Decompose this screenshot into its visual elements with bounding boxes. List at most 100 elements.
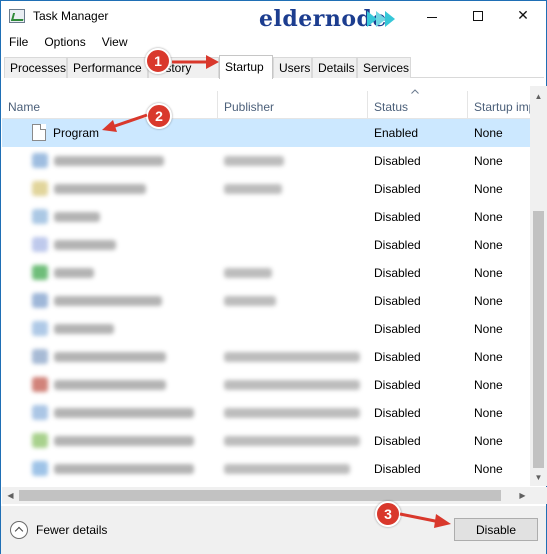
blurred-app-icon [32,209,48,224]
scroll-right-icon[interactable]: ▶ [514,487,531,504]
startup-table: Name Publisher Status Startup impact Pro… [2,86,531,486]
row-startup-impact: None [474,462,503,476]
tab-performance[interactable]: Performance [67,57,148,78]
row-status: Disabled [374,434,421,448]
row-status: Disabled [374,210,421,224]
row-startup-impact: None [474,210,503,224]
table-row[interactable]: Disabled None [2,343,531,371]
table-row[interactable]: Disabled None [2,259,531,287]
row-startup-impact: None [474,378,503,392]
menu-bar: File Options View [1,32,136,52]
blurred-publisher [224,436,360,446]
column-divider[interactable] [367,91,368,119]
blurred-name [54,324,114,334]
blurred-publisher [224,408,360,418]
maximize-icon [473,11,483,21]
horizontal-scroll-thumb[interactable] [19,490,501,501]
menu-file[interactable]: File [1,32,36,52]
blurred-publisher [224,156,284,166]
blurred-name [54,184,146,194]
tab-users[interactable]: Users [273,57,312,78]
blurred-app-icon [32,181,48,196]
row-status: Disabled [374,406,421,420]
menu-view[interactable]: View [94,32,136,52]
table-row[interactable]: Disabled None [2,427,531,455]
row-startup-impact: None [474,322,503,336]
row-startup-impact: None [474,350,503,364]
blurred-app-icon [32,237,48,252]
task-manager-window: Task Manager eldernode ✕ File Options Vi… [0,0,547,554]
blurred-app-icon [32,321,48,336]
sort-ascending-icon [411,89,419,94]
table-row[interactable]: Disabled None [2,399,531,427]
blurred-name [54,352,166,362]
horizontal-scrollbar[interactable]: ◀ ▶ [2,487,531,504]
table-row[interactable]: Disabled None [2,147,531,175]
minimize-button[interactable] [409,1,455,31]
table-row[interactable]: Disabled None [2,231,531,259]
callout-badge-2: 2 [146,103,172,129]
column-divider[interactable] [217,91,218,119]
blurred-app-icon [32,265,48,280]
vertical-scrollbar[interactable]: ▲ ▼ [530,86,547,486]
tab-processes[interactable]: Processes [4,57,67,78]
column-publisher[interactable]: Publisher [224,100,274,114]
column-status[interactable]: Status [374,100,408,114]
menu-options[interactable]: Options [36,32,93,52]
table-row[interactable]: Disabled None [2,175,531,203]
blurred-name [54,380,166,390]
tab-strip: Processes Performance History Startup Us… [4,55,544,79]
scroll-up-icon[interactable]: ▲ [530,88,547,105]
callout-arrow-icon [172,55,219,69]
row-startup-impact: None [474,154,503,168]
row-startup-impact: None [474,434,503,448]
table-row[interactable]: Program Enabled None [2,119,531,147]
scroll-left-icon[interactable]: ◀ [2,487,19,504]
table-row[interactable]: Disabled None [2,287,531,315]
column-name[interactable]: Name [8,100,40,114]
callout-arrow-icon [399,512,451,528]
row-status: Disabled [374,350,421,364]
blurred-name [54,464,194,474]
tab-startup[interactable]: Startup [219,55,273,79]
row-startup-impact: None [474,294,503,308]
disable-button[interactable]: Disable [454,518,538,541]
table-row[interactable]: Disabled None [2,455,531,483]
blurred-publisher [224,352,360,362]
callout-badge-1: 1 [145,48,171,74]
program-file-icon [32,124,46,141]
close-icon: ✕ [517,8,529,24]
table-row[interactable]: Disabled None [2,371,531,399]
row-status: Disabled [374,322,421,336]
blurred-name [54,296,162,306]
blurred-name [54,240,116,250]
blurred-name [54,212,100,222]
table-row[interactable]: Disabled None [2,315,531,343]
title-bar[interactable]: Task Manager eldernode ✕ [1,1,546,32]
maximize-button[interactable] [455,1,501,31]
task-manager-icon [9,9,25,23]
fewer-details-link[interactable]: Fewer details [36,523,107,537]
table-row[interactable]: Disabled None [2,203,531,231]
table-header: Name Publisher Status Startup impact [2,86,531,119]
blurred-app-icon [32,293,48,308]
row-status: Disabled [374,154,421,168]
blurred-name [54,156,164,166]
blurred-name [54,408,194,418]
blurred-publisher [224,296,276,306]
column-startup-impact[interactable]: Startup impact [474,100,531,114]
tab-details[interactable]: Details [312,57,357,78]
blurred-name [54,436,194,446]
blurred-app-icon [32,153,48,168]
scrollbar-corner [531,487,547,504]
callout-arrow-icon [102,113,148,132]
row-status: Disabled [374,294,421,308]
tab-services[interactable]: Services [357,57,411,78]
chevron-up-icon[interactable] [10,521,28,539]
column-divider[interactable] [467,91,468,119]
blurred-app-icon [32,433,48,448]
scroll-down-icon[interactable]: ▼ [530,469,547,486]
close-button[interactable]: ✕ [500,1,546,31]
vertical-scroll-thumb[interactable] [533,211,544,468]
eldernode-logo-icon [367,11,395,27]
